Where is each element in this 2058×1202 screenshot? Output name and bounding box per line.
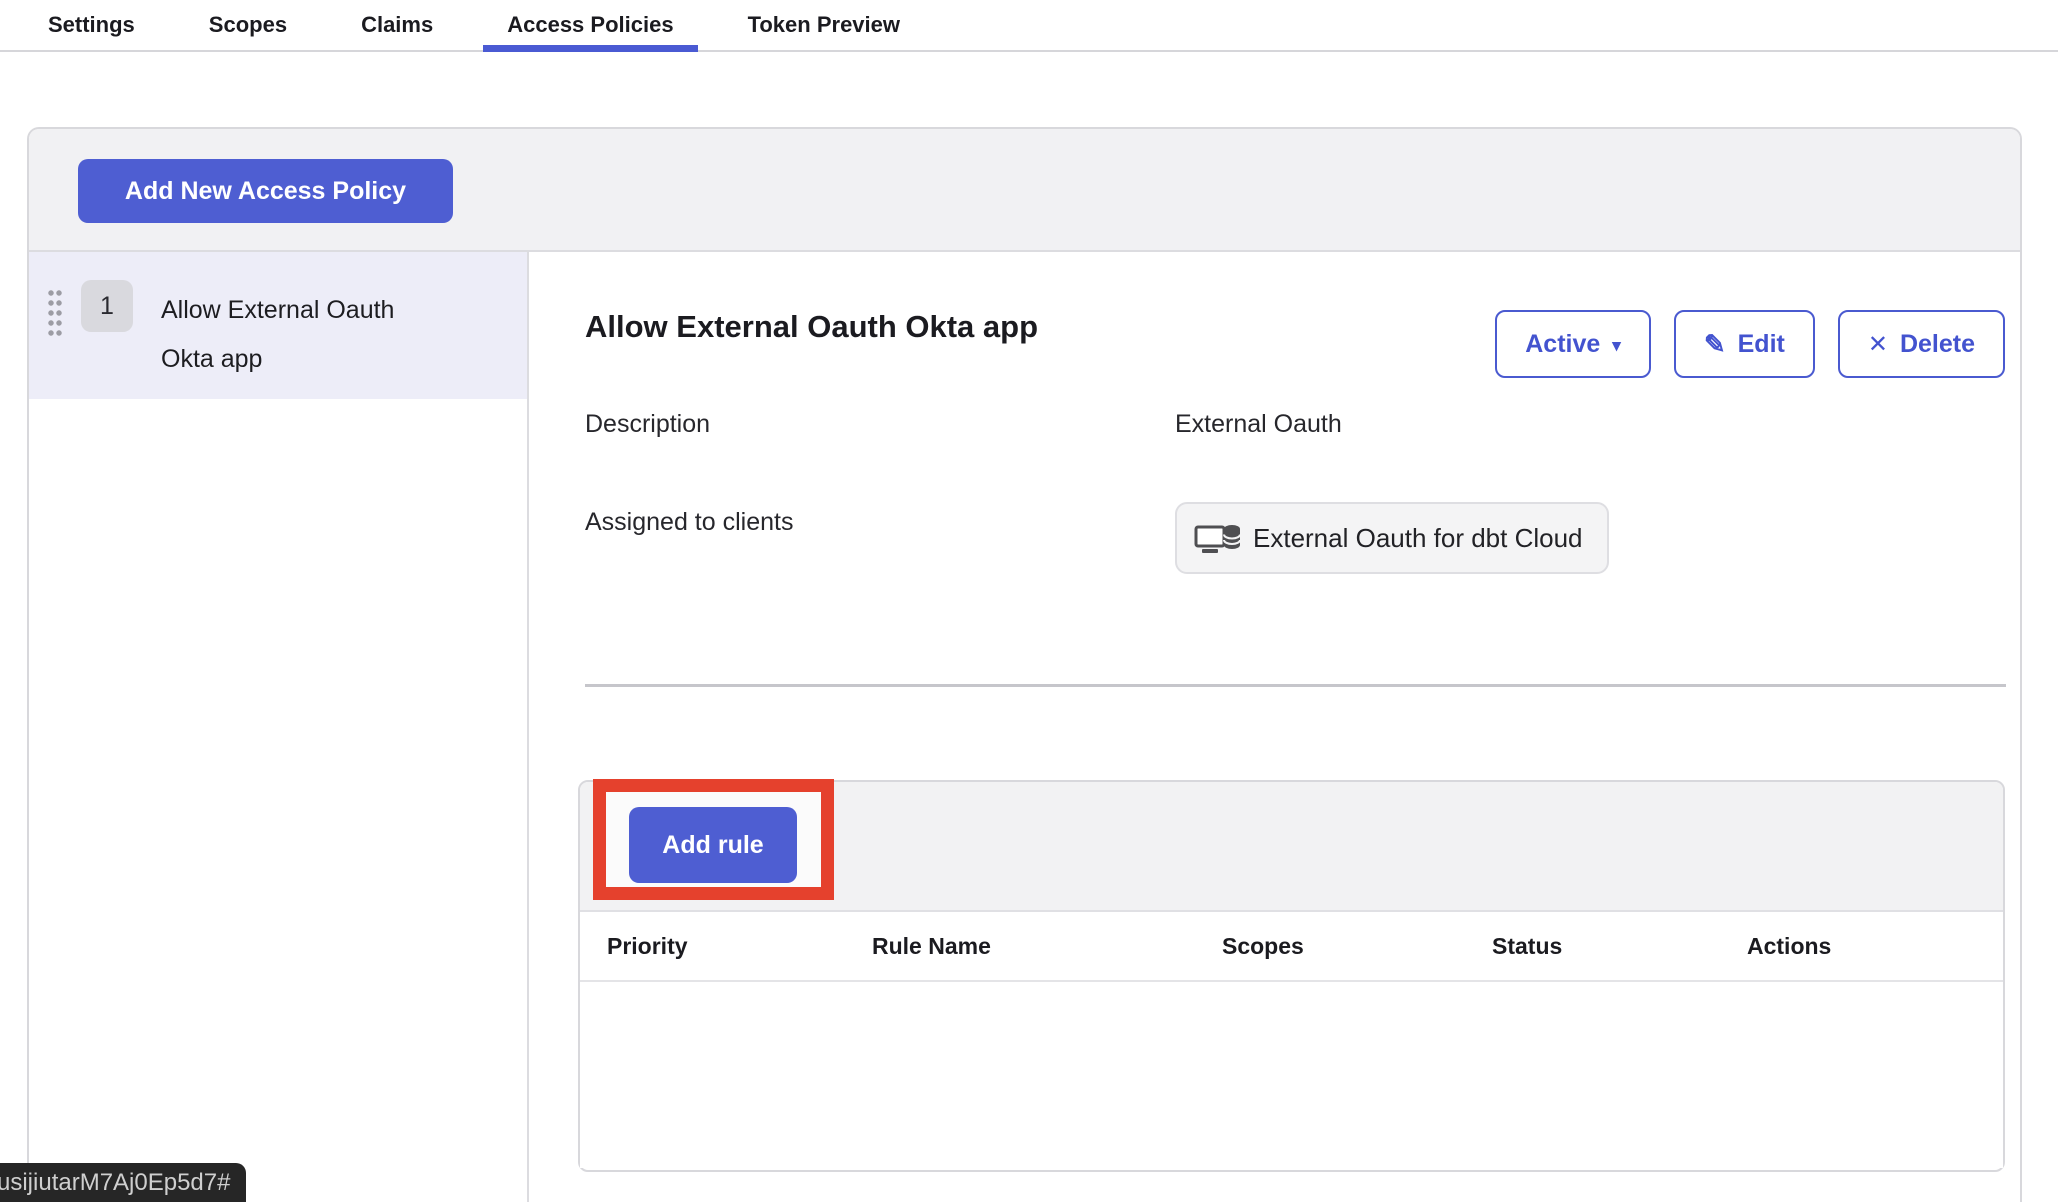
- assigned-to-clients-label: Assigned to clients: [585, 508, 793, 537]
- assigned-client-chip[interactable]: External Oauth for dbt Cloud: [1175, 502, 1609, 574]
- policy-list: 1 Allow External Oauth Okta app: [29, 252, 529, 1202]
- assigned-client-name: External Oauth for dbt Cloud: [1253, 523, 1583, 554]
- delete-button[interactable]: ✕ Delete: [1838, 310, 2005, 378]
- tab-access-policies[interactable]: Access Policies: [483, 0, 697, 50]
- column-header-priority: Priority: [607, 933, 872, 960]
- tab-bar: Settings Scopes Claims Access Policies T…: [0, 0, 2058, 52]
- policy-name-label: Allow External Oauth Okta app: [161, 286, 451, 384]
- delete-button-label: Delete: [1900, 330, 1975, 359]
- tab-settings[interactable]: Settings: [24, 0, 159, 50]
- policy-priority-badge: 1: [81, 280, 133, 332]
- column-header-status: Status: [1492, 933, 1747, 960]
- tab-scopes[interactable]: Scopes: [185, 0, 311, 50]
- rules-table-body-empty: [580, 982, 2003, 1168]
- status-dropdown-button[interactable]: Active ▾: [1495, 310, 1651, 378]
- card-header-band: Add New Access Policy: [29, 129, 2020, 252]
- column-header-actions: Actions: [1747, 933, 2003, 960]
- page: Settings Scopes Claims Access Policies T…: [0, 0, 2058, 1202]
- policy-title: Allow External Oauth Okta app: [585, 309, 1038, 345]
- edit-button[interactable]: ✎ Edit: [1674, 310, 1815, 378]
- link-preview-text: usijiutarM7Aj0Ep5d7#: [0, 1163, 230, 1202]
- description-value: External Oauth: [1175, 410, 1342, 439]
- client-app-icon: [1193, 520, 1241, 556]
- rules-panel: Add rule Priority Rule Name Scopes Statu…: [578, 780, 2005, 1172]
- access-policies-card: Add New Access Policy 1 Allow External O…: [27, 127, 2022, 1202]
- pencil-icon: ✎: [1704, 329, 1726, 360]
- policy-list-item-selected[interactable]: 1 Allow External Oauth Okta app: [29, 252, 527, 399]
- drag-handle-icon[interactable]: [47, 288, 63, 336]
- column-header-rule-name: Rule Name: [872, 933, 1222, 960]
- add-new-access-policy-button[interactable]: Add New Access Policy: [78, 159, 453, 223]
- rules-table-header: Priority Rule Name Scopes Status Actions: [580, 912, 2003, 982]
- close-x-icon: ✕: [1868, 330, 1888, 359]
- column-header-scopes: Scopes: [1222, 933, 1492, 960]
- section-divider: [585, 684, 2006, 687]
- tab-claims[interactable]: Claims: [337, 0, 457, 50]
- status-dropdown-label: Active: [1525, 330, 1600, 359]
- tab-token-preview[interactable]: Token Preview: [724, 0, 924, 50]
- policy-detail-pane: Allow External Oauth Okta app Active ▾ ✎…: [529, 252, 2020, 1202]
- link-preview-tooltip: usijiutarM7Aj0Ep5d7#: [0, 1163, 246, 1202]
- add-rule-button[interactable]: Add rule: [629, 807, 797, 883]
- description-label: Description: [585, 410, 710, 439]
- chevron-down-icon: ▾: [1612, 336, 1621, 356]
- rules-panel-header: Add rule: [580, 782, 2003, 912]
- card-body: 1 Allow External Oauth Okta app Allow Ex…: [29, 252, 2020, 1202]
- policy-action-buttons: Active ▾ ✎ Edit ✕ Delete: [1495, 310, 2005, 378]
- edit-button-label: Edit: [1738, 330, 1785, 359]
